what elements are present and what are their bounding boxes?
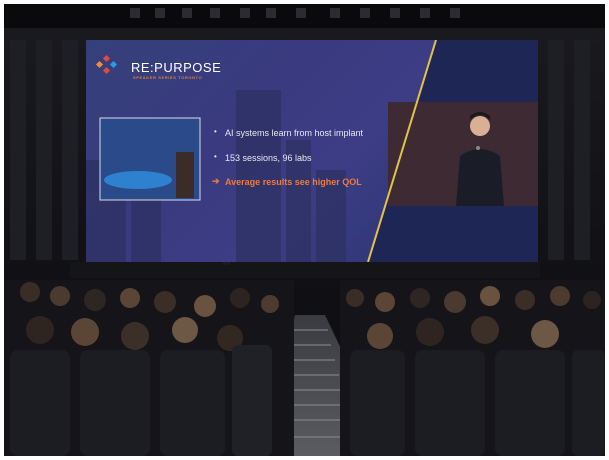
bullet-icon: • xyxy=(214,127,217,136)
logo-icon xyxy=(95,54,118,75)
bullet-icon: • xyxy=(214,152,217,161)
slide-bullet: 153 sessions, 96 labs xyxy=(225,153,312,163)
cinema-scene: RE:PURPOSE SPEAKER SERIES TORONTO • AI s… xyxy=(0,0,609,460)
audience-right xyxy=(340,280,605,456)
stage xyxy=(70,262,540,278)
slide-brand: RE:PURPOSE xyxy=(131,60,222,75)
slide-bullet: AI systems learn from host implant xyxy=(225,128,364,138)
slide-bullet-highlight: Average results see higher QOL xyxy=(225,177,362,187)
arrow-right-icon: ➔ xyxy=(212,176,220,186)
slide-brand-subtitle: SPEAKER SERIES TORONTO xyxy=(133,75,203,80)
audience-left xyxy=(4,280,294,456)
left-wall-panels xyxy=(10,40,78,260)
